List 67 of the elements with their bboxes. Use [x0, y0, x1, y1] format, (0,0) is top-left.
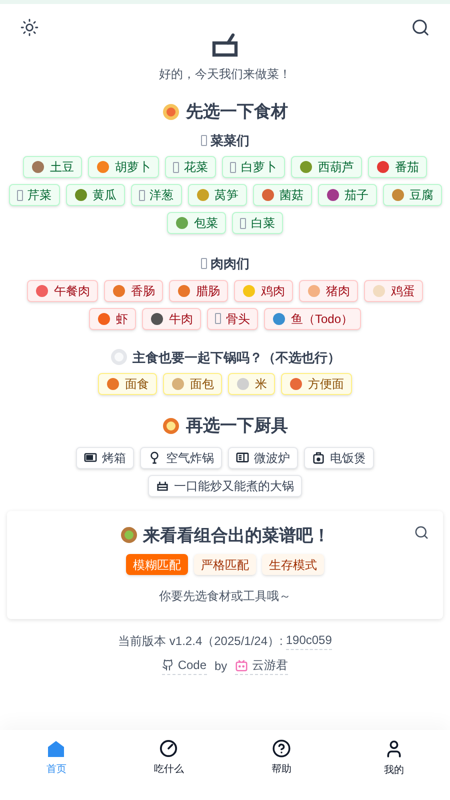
rice-bowl-icon	[110, 348, 128, 366]
version-text: 当前版本 v1.2.4（2025/1/24）:	[118, 632, 283, 650]
ingredient-chip[interactable]: 胡萝卜	[88, 156, 159, 178]
group-title: 主食也要一起下锅吗？（不选也行）	[132, 348, 340, 366]
search-icon[interactable]	[411, 18, 430, 37]
section-title: 再选一下厨具	[186, 415, 288, 437]
ingredient-chip[interactable]: 烤箱	[76, 446, 134, 468]
ingredient-chip[interactable]: 香肠	[104, 280, 163, 302]
frying-pan-icon	[162, 416, 180, 435]
ingredient-chip[interactable]: 腊肠	[169, 280, 228, 302]
commit-link[interactable]: 190c059	[286, 631, 332, 650]
nav-tab[interactable]: 吃什么	[112, 730, 225, 786]
ingredient-chip[interactable]: 菌菇	[252, 184, 312, 206]
ingredient-chip[interactable]: 芹菜	[8, 184, 60, 206]
search-icon[interactable]	[414, 524, 429, 540]
ingredient-chip[interactable]: 一口能炒又能煮的大锅	[148, 474, 302, 496]
empty-message: 你要先选食材或工具哦～	[159, 588, 291, 605]
missing-glyph-icon	[200, 258, 206, 270]
ingredient-chip[interactable]: 豆腐	[382, 184, 442, 206]
home-icon	[47, 740, 66, 758]
pot-icon	[211, 31, 239, 59]
ingredient-chip[interactable]: 土豆	[23, 156, 82, 178]
ingredient-chip[interactable]: 牛肉	[142, 308, 201, 330]
ingredient-chip[interactable]: 鸡肉	[234, 280, 293, 302]
help-icon	[272, 739, 291, 758]
by-text: by	[214, 658, 228, 674]
match-mode-tab[interactable]: 生存模式	[262, 554, 324, 575]
ingredient-chip[interactable]: 茄子	[318, 184, 376, 206]
ingredient-chip[interactable]: 白萝卜	[222, 156, 285, 178]
ingredient-chip[interactable]: 虾	[88, 308, 136, 330]
section-title: 来看看组合出的菜谱吧！	[143, 524, 330, 546]
ingredient-chip[interactable]: 面食	[98, 373, 157, 395]
missing-glyph-icon	[200, 134, 206, 146]
ingredient-chip[interactable]: 猪肉	[299, 280, 358, 302]
code-link[interactable]: Code	[162, 656, 206, 675]
github-icon	[162, 659, 174, 671]
ingredient-chip[interactable]: 午餐肉	[27, 280, 98, 302]
ingredient-chip[interactable]: 鸡蛋	[364, 280, 423, 302]
ingredient-chip[interactable]: 鱼（Todo）	[264, 308, 362, 330]
ingredient-chip[interactable]: 电饭煲	[304, 446, 374, 468]
group-title: 肉肉们	[210, 255, 250, 273]
nav-tab[interactable]: 我的	[338, 730, 450, 786]
group-title: 菜菜们	[210, 132, 250, 150]
ingredient-chip[interactable]: 微波炉	[228, 446, 298, 468]
paella-icon	[162, 102, 180, 121]
theme-toggle-icon[interactable]	[20, 18, 39, 37]
tv-icon	[235, 658, 248, 672]
ingredient-chip[interactable]: 番茄	[368, 156, 427, 178]
section-title: 先选一下食材	[186, 101, 288, 123]
ingredient-chip[interactable]: 西葫芦	[291, 156, 362, 178]
author-link[interactable]: 云游君	[235, 656, 288, 675]
match-mode-tab[interactable]: 严格匹配	[194, 554, 256, 575]
salad-bowl-icon	[120, 526, 138, 544]
tagline: 好的，今天我们来做菜！	[159, 66, 291, 83]
ingredient-chip[interactable]: 空气炸锅	[140, 446, 222, 468]
nav-tab[interactable]: 帮助	[225, 730, 338, 786]
ingredient-chip[interactable]: 面包	[163, 373, 222, 395]
ingredient-chip[interactable]: 花菜	[165, 156, 216, 178]
ingredient-chip[interactable]: 莴笋	[188, 184, 246, 206]
ingredient-chip[interactable]: 白菜	[232, 212, 283, 234]
ingredient-chip[interactable]: 包菜	[167, 212, 226, 234]
ingredient-chip[interactable]: 洋葱	[130, 184, 182, 206]
gauge-icon	[159, 739, 178, 758]
ingredient-chip[interactable]: 黄瓜	[66, 184, 124, 206]
ingredient-chip[interactable]: 方便面	[281, 373, 352, 395]
ingredient-chip[interactable]: 骨头	[206, 308, 258, 330]
ingredient-chip[interactable]: 米	[228, 373, 275, 395]
